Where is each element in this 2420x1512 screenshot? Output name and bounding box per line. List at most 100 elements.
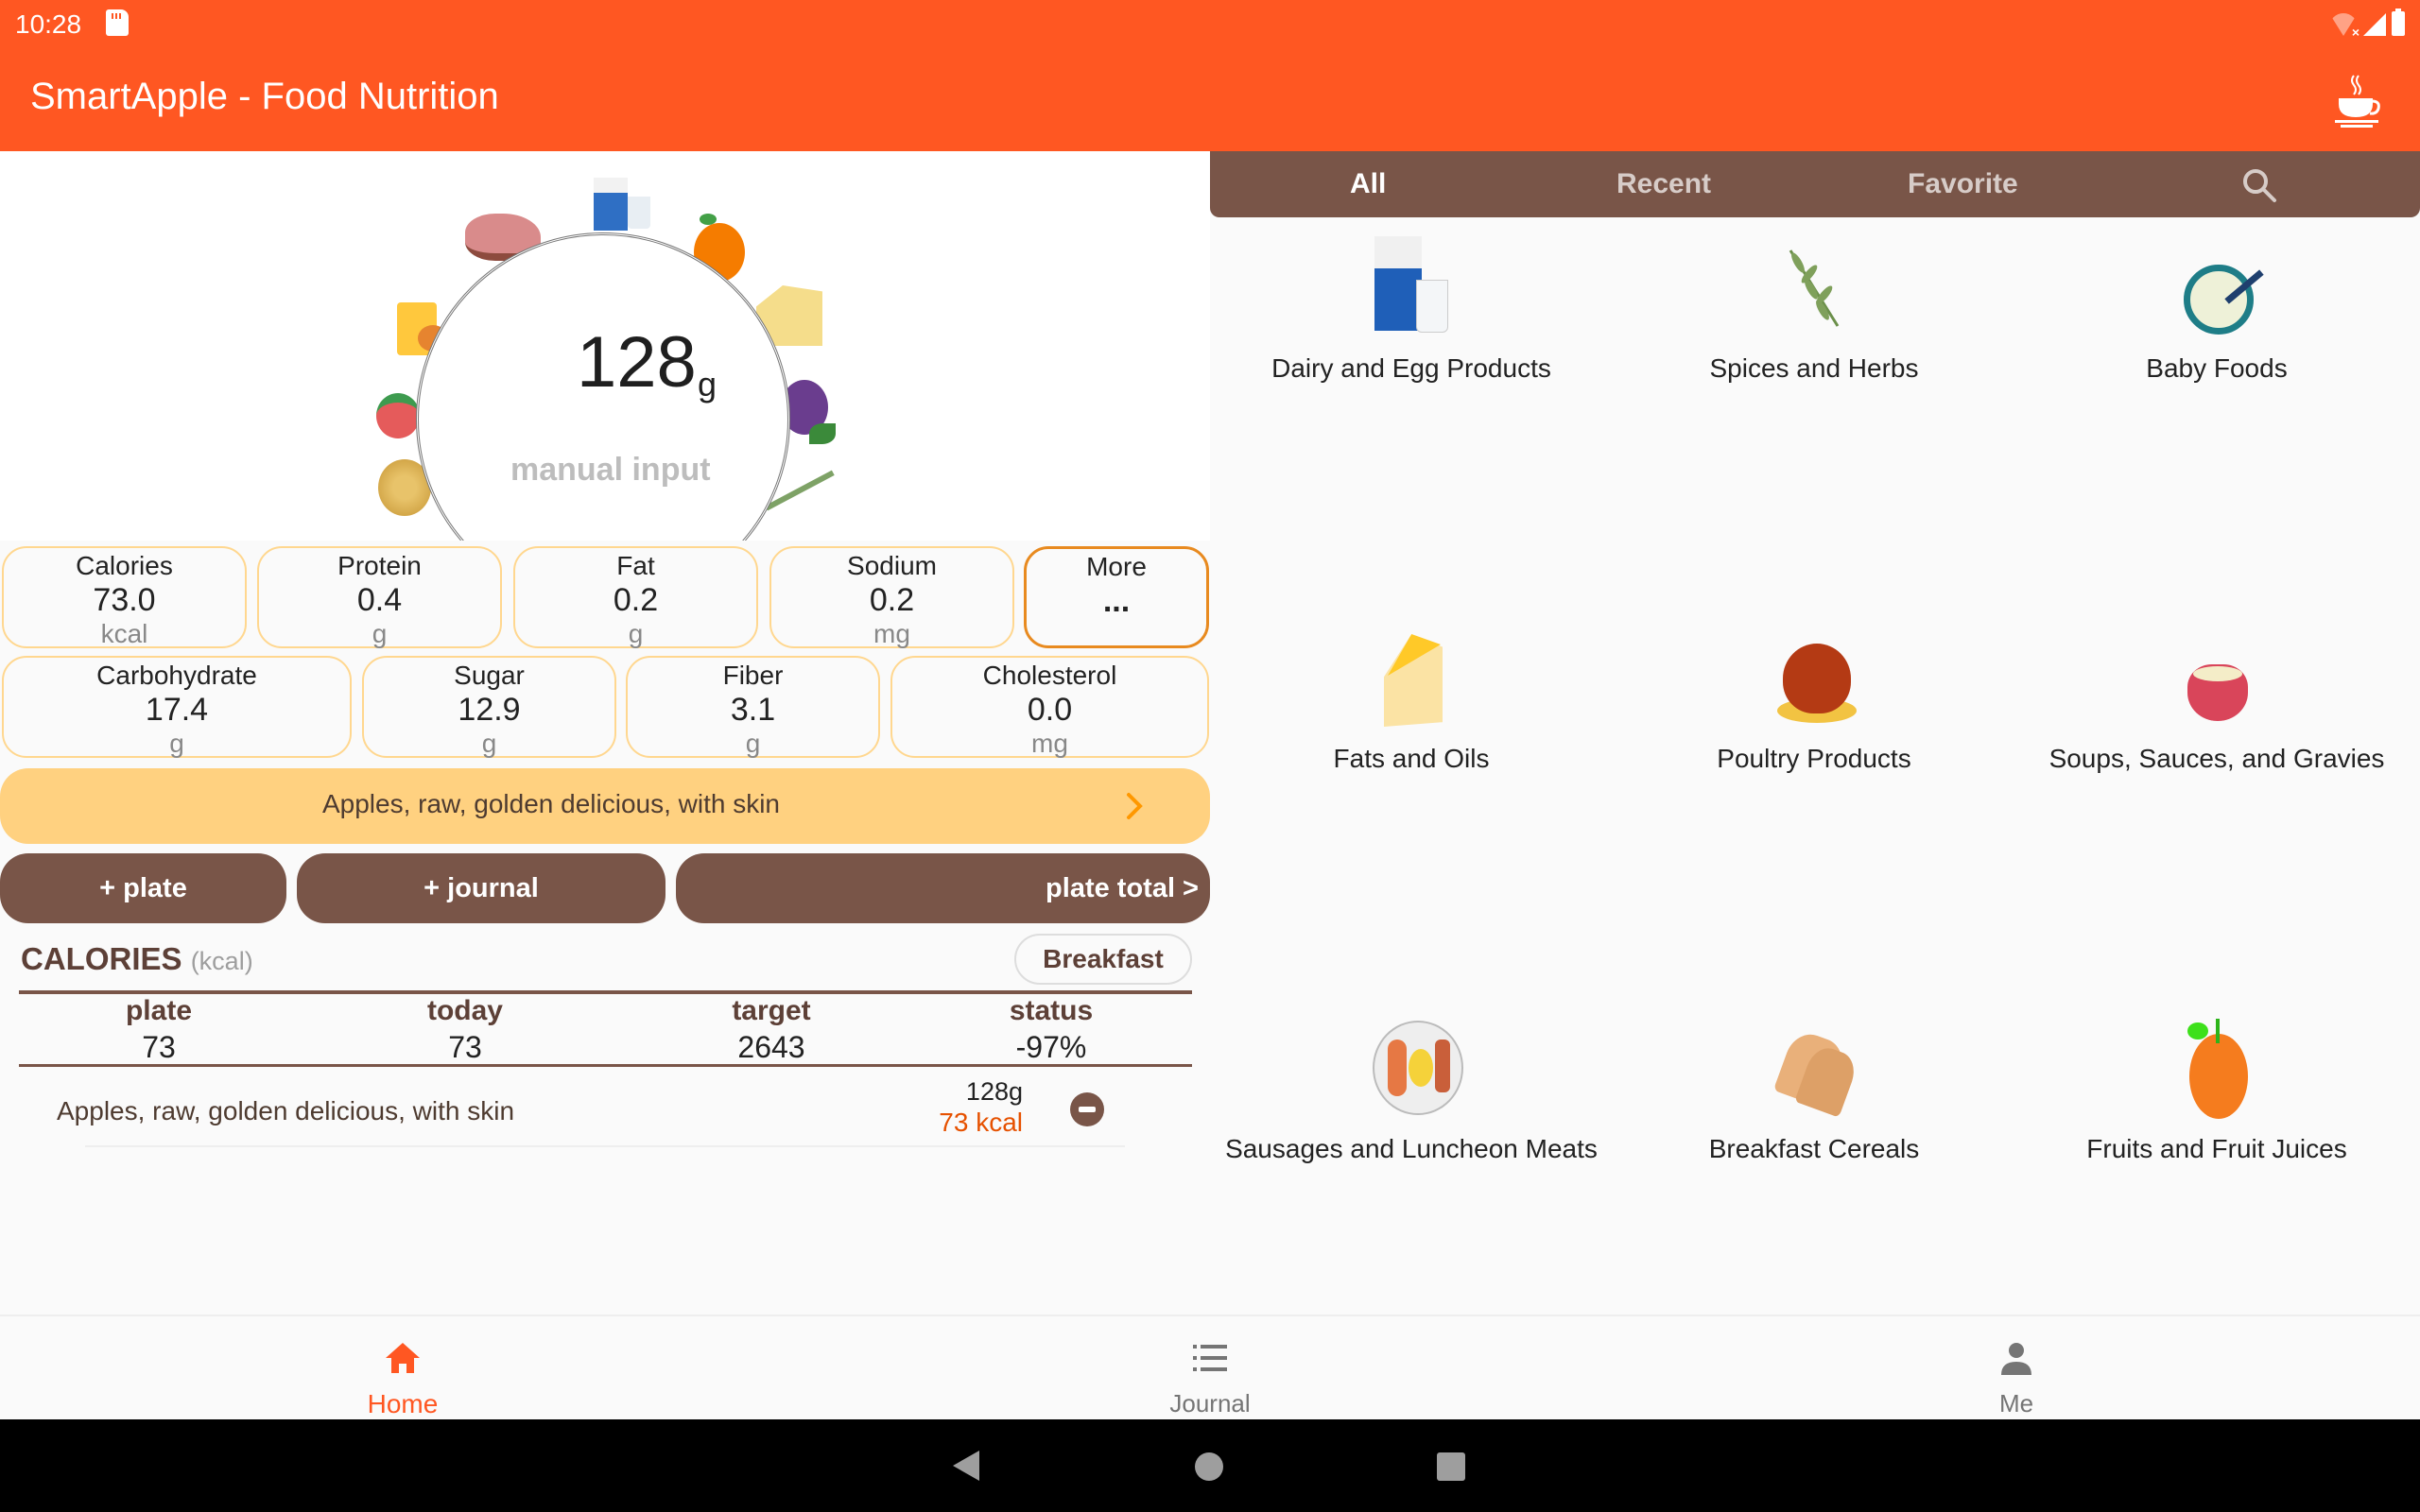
item-divider	[85, 1145, 1125, 1147]
column-header: target	[732, 995, 811, 1026]
battery-icon	[2392, 9, 2405, 36]
nutrient-label: Fiber	[722, 661, 784, 690]
nutrient-label: Calories	[76, 551, 173, 580]
tab-favorite[interactable]: Favorite	[1908, 151, 2018, 217]
category-baby-foods[interactable]: Baby Foods	[2015, 236, 2418, 384]
roast-chicken-icon	[1762, 627, 1866, 730]
nav-journal[interactable]: Journal	[1115, 1316, 1305, 1418]
nutrient-card-cholesterol[interactable]: Cholesterol 0.0 mg	[890, 656, 1209, 758]
manual-input-button[interactable]: manual input	[510, 452, 711, 489]
soup-bowl-icon	[2165, 627, 2269, 730]
nav-me[interactable]: Me	[1922, 1316, 2111, 1418]
column-header: plate	[125, 995, 193, 1026]
calories-heading: CALORIES (kcal)	[21, 941, 253, 977]
weight-unit: g	[698, 365, 717, 404]
column-header: today	[426, 995, 503, 1026]
plate-item-name: Apples, raw, golden delicious, with skin	[57, 1096, 515, 1125]
nutrient-card-calories[interactable]: Calories 73.0 kcal	[2, 546, 247, 648]
milk-carton-icon	[594, 178, 628, 231]
status-time: 10:28	[15, 9, 82, 39]
breakfast-plate-icon	[1359, 1017, 1463, 1121]
recent-apps-icon[interactable]	[1437, 1452, 1465, 1481]
add-journal-button[interactable]: + journal	[297, 853, 666, 923]
category-label: Breakfast Cereals	[1708, 1134, 1920, 1163]
add-plate-button[interactable]: + plate	[0, 853, 286, 923]
nutrient-unit: g	[745, 729, 761, 758]
nutrient-card-fat[interactable]: Fat 0.2 g	[513, 546, 758, 648]
category-label: Soups, Sauces, and Gravies	[2048, 744, 2385, 773]
nav-label: Me	[1998, 1389, 2034, 1418]
meal-selector-button[interactable]: Breakfast	[1014, 934, 1192, 985]
category-label: Dairy and Egg Products	[1271, 353, 1551, 383]
chevron-right-icon	[1127, 793, 1143, 819]
category-spices-and-herbs[interactable]: Spices and Herbs	[1613, 236, 2015, 384]
more-ellipsis: ...	[1102, 583, 1131, 619]
remove-item-icon[interactable]	[1070, 1092, 1104, 1126]
category-poultry-products[interactable]: Poultry Products	[1613, 627, 2015, 774]
calories-column-today: today 73	[342, 994, 588, 1066]
category-tabs: All Recent Favorite	[1210, 151, 2420, 217]
nutrient-value: 3.1	[730, 692, 776, 728]
nutrient-label: Cholesterol	[982, 661, 1117, 690]
selected-food-bar[interactable]: Apples, raw, golden delicious, with skin	[0, 768, 1210, 844]
coffee-cup-icon[interactable]	[2327, 72, 2384, 129]
bottom-navigation: Home Journal Me	[0, 1314, 2420, 1419]
category-label: Sausages and Luncheon Meats	[1225, 1134, 1598, 1163]
nutrient-value: 73.0	[93, 582, 156, 618]
bread-icon	[1762, 1017, 1866, 1121]
nutrient-label: Sugar	[454, 661, 525, 690]
tab-all[interactable]: All	[1350, 151, 1386, 217]
cell-signal-icon	[2363, 13, 2386, 36]
calories-title: CALORIES	[21, 941, 182, 976]
nutrient-card-carbohydrate[interactable]: Carbohydrate 17.4 g	[2, 656, 352, 758]
more-nutrients-button[interactable]: More ...	[1024, 546, 1209, 648]
nutrient-card-sodium[interactable]: Sodium 0.2 mg	[769, 546, 1014, 648]
category-label: Poultry Products	[1717, 744, 1911, 773]
nutrient-card-protein[interactable]: Protein 0.4 g	[257, 546, 502, 648]
nutrient-unit: g	[628, 619, 644, 648]
nutrient-value: 0.2	[613, 582, 659, 618]
glass-icon	[628, 197, 650, 229]
selected-food-name: Apples, raw, golden delicious, with skin	[321, 789, 781, 818]
nav-label: Home	[367, 1389, 439, 1418]
category-sausages-luncheon-meats[interactable]: Sausages and Luncheon Meats	[1210, 1017, 1613, 1164]
sd-card-icon	[106, 9, 129, 36]
plate-item-kcal: 73 kcal	[939, 1108, 1023, 1137]
nutrient-value: 17.4	[145, 692, 209, 728]
cheese-icon	[1359, 627, 1463, 730]
category-label: Spices and Herbs	[1709, 353, 1919, 383]
nutrient-card-fiber[interactable]: Fiber 3.1 g	[626, 656, 880, 758]
back-icon[interactable]	[953, 1451, 979, 1481]
cereal-bowl-icon	[2165, 236, 2269, 340]
nav-home[interactable]: Home	[308, 1316, 497, 1419]
nutrition-panel: 128 g manual input Calories 73.0 kcal Pr…	[0, 151, 1210, 1314]
calories-column-plate: plate 73	[36, 994, 282, 1066]
nutrient-card-sugar[interactable]: Sugar 12.9 g	[362, 656, 616, 758]
home-icon	[386, 1343, 420, 1373]
search-icon[interactable]	[2240, 166, 2278, 204]
category-fats-and-oils[interactable]: Fats and Oils	[1210, 627, 1613, 774]
system-navigation-bar	[0, 1419, 2420, 1512]
herb-sprig-icon	[1762, 236, 1866, 340]
status-bar: 10:28 ×	[0, 0, 2420, 57]
category-fruits-and-juices[interactable]: Fruits and Fruit Juices	[2015, 1017, 2418, 1164]
calories-column-status: status -97%	[928, 994, 1174, 1066]
nutrient-value: 0.2	[869, 582, 915, 618]
category-dairy-and-egg[interactable]: Dairy and Egg Products	[1210, 236, 1613, 384]
nutrient-label: Protein	[337, 551, 422, 580]
calories-column-target: target 2643	[648, 994, 894, 1066]
category-soups-sauces-gravies[interactable]: Soups, Sauces, and Gravies	[2015, 627, 2418, 774]
nav-label: Journal	[1169, 1389, 1251, 1418]
home-circle-icon[interactable]	[1195, 1452, 1223, 1481]
plate-total-button[interactable]: plate total >	[676, 853, 1210, 923]
nutrient-unit: g	[169, 729, 184, 758]
column-value: 73	[142, 1030, 176, 1064]
category-breakfast-cereals[interactable]: Breakfast Cereals	[1613, 1017, 2015, 1164]
nutrient-value: 0.4	[356, 582, 403, 618]
app-root: 10:28 × SmartApple - Food Nutrition 128 …	[0, 0, 2420, 1512]
category-grid: Dairy and Egg Products Spices and Herbs	[1210, 217, 2420, 1314]
category-label: Baby Foods	[2146, 353, 2288, 383]
tab-recent[interactable]: Recent	[1616, 151, 1711, 217]
plate-item-weight: 128g	[965, 1077, 1023, 1106]
weight-value[interactable]: 128	[577, 321, 697, 404]
